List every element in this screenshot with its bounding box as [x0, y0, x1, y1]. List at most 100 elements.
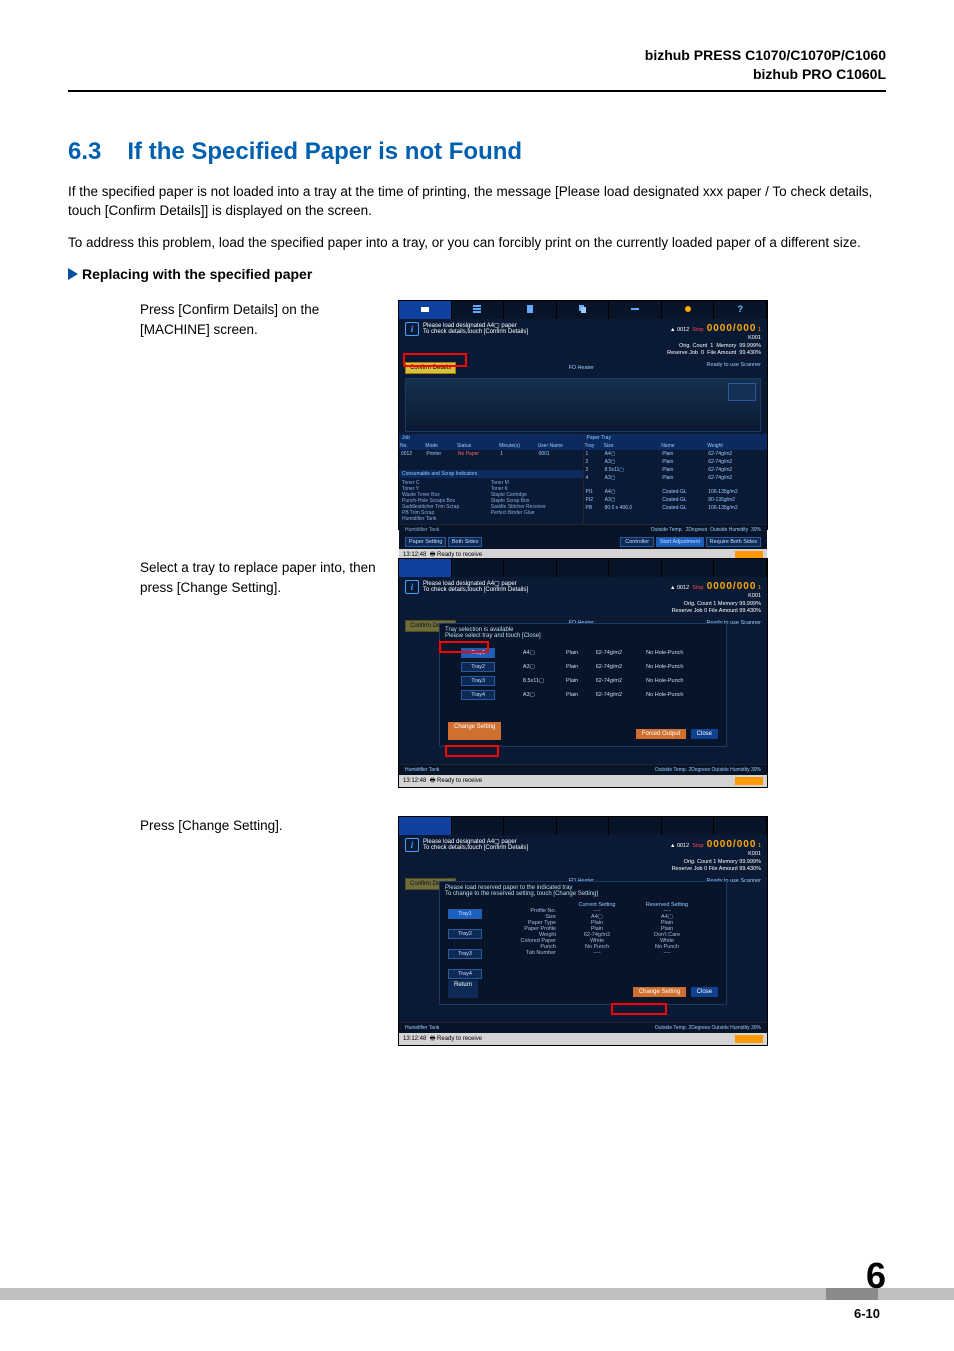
tray-row[interactable]: 4A3▢Plain62-74g/m2 — [584, 474, 768, 482]
step-1: Press [Confirm Details] on the [MACHINE]… — [68, 300, 886, 530]
machine-icon — [418, 304, 432, 314]
outside-bar: Humidifier Tank Outside Temp. 2Degrees O… — [399, 1022, 767, 1033]
outside-humid-label: Outside Humidity — [710, 527, 748, 533]
change-setting-button[interactable]: Change Setting — [448, 722, 501, 740]
tab-settings[interactable] — [662, 559, 715, 577]
tab-machine[interactable] — [399, 559, 452, 577]
step-3-text: Press [Change Setting]. — [68, 816, 398, 836]
pi-row[interactable]: PB80.0 x 406.0Coated-GL106-135g/m2 — [584, 504, 768, 512]
tray-option[interactable]: Tray38.5x11▢Plain62-74g/m2No Hole-Punch — [457, 674, 709, 688]
message-bar: i Please load designated A4▢ paper To ch… — [399, 577, 767, 617]
status-text: Ready to receive — [437, 552, 482, 558]
status-bar: 13:12:48 🖶 Ready to receive — [399, 775, 767, 787]
tab-copy[interactable] — [557, 301, 610, 319]
tray-select-table: Tray1A4▢Plain62-74g/m2No Hole-Punch Tray… — [457, 646, 709, 702]
tab-settings[interactable] — [662, 301, 715, 319]
info-icon: i — [405, 838, 419, 852]
tab-help[interactable] — [714, 817, 767, 835]
tray-row[interactable]: 1A4▢Plain62-74g/m2 — [584, 450, 768, 458]
scan-icon — [628, 304, 642, 314]
tray-table: TraySizeNameWeight 1A4▢Plain62-74g/m2 2A… — [584, 442, 768, 512]
status-lamp-icon — [735, 777, 763, 785]
tray-row[interactable]: 2A3▢Plain62-74g/m2 — [584, 458, 768, 466]
job-row[interactable]: 0012PrinterNo Paper10001 — [399, 450, 583, 458]
highlight-change-setting — [445, 745, 499, 757]
tab-settings[interactable] — [662, 817, 715, 835]
require-both-sides-button[interactable]: Require Both Sides — [706, 537, 761, 547]
highlight-confirm-details — [403, 353, 467, 367]
humidifier-tank: Humidifier Tank — [405, 527, 439, 533]
tab-recall[interactable] — [504, 817, 557, 835]
recall-icon — [523, 304, 537, 314]
lower-split: Job No.ModeStatusMinute(s)User Name 0012… — [399, 434, 767, 524]
highlight-tray1 — [439, 641, 489, 653]
screen-tabs: ? — [399, 301, 767, 319]
tray-button[interactable]: Tray3 — [448, 949, 482, 959]
screenshot-1: ? i Please load designated A4▢ paper To … — [398, 300, 768, 530]
tray-button[interactable]: Tray4 — [448, 969, 482, 979]
close-button[interactable]: Close — [691, 987, 718, 997]
forced-output-button[interactable]: Forced Output — [636, 729, 686, 739]
user-id: ▲ 0012 — [670, 327, 689, 333]
subheading: Replacing with the specified paper — [68, 266, 886, 282]
triangle-bullet-icon — [68, 268, 78, 280]
return-button[interactable]: Return — [448, 980, 478, 998]
file-amount-label: File Amount — [707, 350, 736, 356]
tray-option[interactable]: Tray2A3▢Plain62-74g/m2No Hole-Punch — [457, 660, 709, 674]
memory-label: Memory — [716, 343, 736, 349]
outside-bar: Humidifier Tank Outside Temp. 2Degrees O… — [399, 764, 767, 775]
pi-row[interactable]: PI1A4▢Coated-GL106-135g/m2 — [584, 488, 768, 496]
tab-help[interactable] — [714, 559, 767, 577]
screen-tabs — [399, 559, 767, 577]
section-heading-text: If the Specified Paper is not Found — [127, 138, 522, 165]
pi-row[interactable]: PI2A3▢Coated-GL80-135g/m2 — [584, 496, 768, 504]
tray-button[interactable]: Tray2 — [448, 929, 482, 939]
outside-temp-value: 2Degrees — [686, 527, 708, 533]
message-bar: i Please load designated A4▢ paper To ch… — [399, 835, 767, 875]
info-icon: i — [405, 322, 419, 336]
tab-joblist[interactable] — [452, 559, 505, 577]
k-id: K001 — [667, 335, 761, 342]
ready-scanner-text: Ready to use Scanner — [707, 362, 761, 374]
tab-scan[interactable] — [609, 301, 662, 319]
tab-scan[interactable] — [609, 817, 662, 835]
tab-scan[interactable] — [609, 559, 662, 577]
controller-button[interactable]: Controller — [620, 537, 654, 547]
close-button[interactable]: Close — [691, 729, 718, 739]
stop-label: Stop — [692, 327, 703, 333]
tray-option[interactable]: Tray4A3▢Plain62-74g/m2No Hole-Punch — [457, 688, 709, 702]
tab-help[interactable]: ? — [714, 301, 767, 319]
screenshot-3: i Please load designated A4▢ paper To ch… — [398, 816, 768, 1046]
page-number: 6-10 — [0, 1306, 954, 1321]
dialog-line-2: To change to the reserved setting, touch… — [445, 891, 721, 897]
memory-value: 99.999% — [739, 343, 761, 349]
tray-row[interactable]: 38.5x11▢Plain62-74g/m2 — [584, 466, 768, 474]
intro-paragraph-1: If the specified paper is not loaded int… — [68, 182, 886, 221]
tab-machine[interactable] — [399, 817, 452, 835]
orig-count-value: 1 — [710, 343, 713, 349]
tray-option[interactable]: Tray1A4▢Plain62-74g/m2No Hole-Punch — [457, 646, 709, 660]
footer-buttons: Paper Setting Both Sides Controller Star… — [399, 535, 767, 549]
both-sides-button[interactable]: Both Sides — [448, 537, 483, 547]
paper-setting-button[interactable]: Paper Setting — [405, 537, 446, 547]
tab-copy[interactable] — [557, 559, 610, 577]
tab-recall[interactable] — [504, 301, 557, 319]
tab-joblist[interactable] — [452, 817, 505, 835]
change-setting-button[interactable]: Change Setting — [633, 987, 686, 997]
tab-joblist[interactable] — [452, 301, 505, 319]
section-title: 6.3If the Specified Paper is not Found — [68, 138, 886, 166]
header-line-1: bizhub PRESS C1070/C1070P/C1060 — [68, 46, 886, 65]
tab-recall[interactable] — [504, 559, 557, 577]
status-bar: 13:12:48 🖶 Ready to receive — [399, 1033, 767, 1045]
tray-panel-head: Paper Tray — [584, 434, 768, 442]
tray-button[interactable]: Tray1 — [448, 909, 482, 919]
tab-machine[interactable] — [399, 301, 452, 319]
step-2: Select a tray to replace paper into, the… — [68, 558, 886, 788]
start-adjustment-button[interactable]: Start Adjustment — [656, 537, 704, 547]
page-footer: 6-10 — [0, 1288, 954, 1321]
header-rule — [68, 90, 886, 92]
prop-row: Tab Number-------- — [502, 950, 718, 956]
job-panel-head: Job — [399, 434, 583, 442]
status-time: 13:12:48 — [403, 552, 426, 558]
tab-copy[interactable] — [557, 817, 610, 835]
